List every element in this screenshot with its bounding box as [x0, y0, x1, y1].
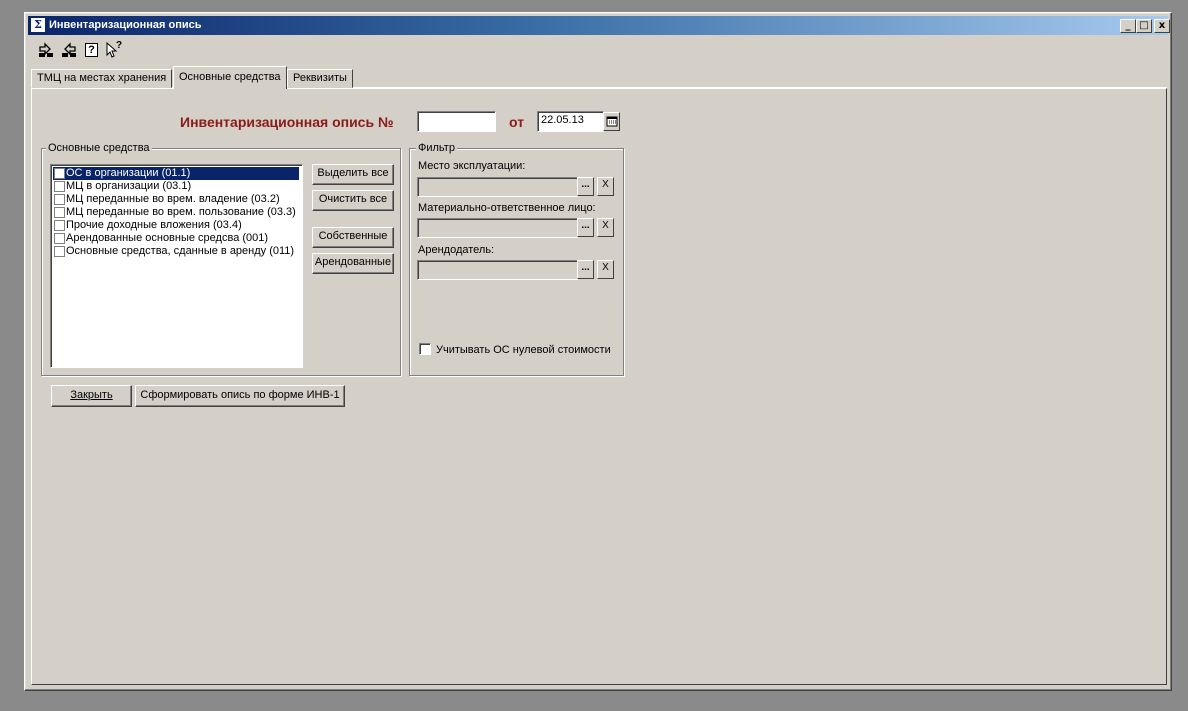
lessor-label: Арендодатель: [418, 244, 495, 256]
responsible-person-clear-button[interactable]: X [597, 218, 614, 237]
checkbox[interactable] [54, 194, 65, 205]
tab-details[interactable]: Реквизиты [287, 69, 353, 88]
location-field[interactable] [417, 177, 578, 197]
window-title: Инвентаризационная опись [49, 19, 202, 31]
checkbox[interactable] [54, 220, 65, 231]
lessor-select-button[interactable]: ... [577, 260, 594, 279]
list-item[interactable]: МЦ в организации (03.1) [53, 180, 299, 193]
clear-all-button[interactable]: Очистить все [312, 190, 394, 211]
lessor-field[interactable] [417, 260, 578, 280]
title-bar[interactable]: Σ Инвентаризационная опись _ □ x [28, 16, 1170, 35]
close-button[interactable]: Закрыть [51, 385, 132, 407]
location-label: Место эксплуатации: [418, 160, 526, 172]
doc-title: Инвентаризационная опись № [180, 114, 394, 130]
responsible-person-field[interactable] [417, 218, 578, 238]
zero-cost-checkbox[interactable] [419, 343, 431, 355]
close-window-button[interactable]: x [1154, 19, 1170, 33]
help-icon[interactable]: ? [83, 41, 101, 59]
zero-cost-label: Учитывать ОС нулевой стоимости [436, 344, 611, 356]
date-label: от [509, 114, 525, 130]
location-clear-button[interactable]: X [597, 177, 614, 196]
tab-fixed-assets[interactable]: Основные средства [173, 66, 287, 89]
generate-inventory-button[interactable]: Сформировать опись по форме ИНВ-1 [135, 385, 345, 407]
responsible-person-label: Материально-ответственное лицо: [418, 202, 596, 214]
filter-group-label: Фильтр [416, 142, 457, 154]
checkbox[interactable] [54, 246, 65, 257]
list-item[interactable]: Основные средства, сданные в аренду (011… [53, 245, 299, 258]
action-alt-icon[interactable] [60, 41, 78, 59]
leased-button[interactable]: Арендованные [312, 253, 394, 274]
location-select-button[interactable]: ... [577, 177, 594, 196]
list-item[interactable]: МЦ переданные во врем. пользование (03.3… [53, 206, 299, 219]
list-item[interactable]: МЦ переданные во врем. владение (03.2) [53, 193, 299, 206]
tab-tmc-storage[interactable]: ТМЦ на местах хранения [31, 69, 173, 88]
checkbox[interactable] [54, 207, 65, 218]
lessor-clear-button[interactable]: X [597, 260, 614, 279]
action-icon[interactable] [37, 41, 55, 59]
maximize-button[interactable]: □ [1136, 19, 1152, 33]
date-field[interactable]: 22.05.13 [537, 111, 604, 132]
list-item[interactable]: Арендованные основные средсва (001) [53, 232, 299, 245]
assets-list[interactable]: ОС в организации (01.1) МЦ в организации… [50, 164, 303, 368]
calendar-icon[interactable] [603, 112, 620, 131]
checkbox[interactable] [54, 181, 65, 192]
select-all-button[interactable]: Выделить все [312, 164, 394, 185]
context-help-icon[interactable]: ? [105, 40, 123, 59]
sigma-icon: Σ [31, 18, 45, 32]
own-button[interactable]: Собственные [312, 227, 394, 248]
checkbox[interactable] [54, 168, 65, 179]
list-item[interactable]: ОС в организации (01.1) [53, 167, 299, 180]
list-item[interactable]: Прочие доходные вложения (03.4) [53, 219, 299, 232]
inventory-window: Σ Инвентаризационная опись _ □ x ? ? ТМЦ… [24, 12, 1172, 691]
checkbox[interactable] [54, 233, 65, 244]
minimize-button[interactable]: _ [1120, 19, 1136, 33]
fixed-assets-group-label: Основные средства [46, 142, 152, 154]
responsible-person-select-button[interactable]: ... [577, 218, 594, 237]
tab-pane: Инвентаризационная опись № от 22.05.13 О… [31, 88, 1167, 685]
doc-number-field[interactable] [417, 111, 496, 132]
